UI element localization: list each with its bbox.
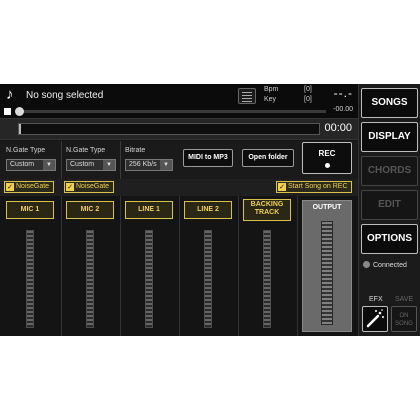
bitrate-label: Bitrate	[125, 147, 146, 154]
ngate1-value: Custom	[10, 161, 35, 168]
display-button[interactable]: DISPLAY	[361, 122, 418, 152]
chevron-down-icon: ▼	[43, 160, 55, 170]
midi-to-mp3-button[interactable]: MIDI to MP3	[183, 149, 233, 167]
backing-track-line1: BACKING	[250, 201, 284, 208]
song-title: No song selected	[26, 90, 104, 101]
bpm-value: [0]	[304, 86, 312, 93]
save-label: SAVE	[395, 296, 414, 303]
seek-knob[interactable]	[15, 107, 24, 116]
rec-label: REC	[318, 149, 336, 158]
mic1-level-meter	[26, 230, 34, 328]
backing-track-button[interactable]: BACKING TRACK	[243, 199, 291, 221]
key-label: Key	[264, 96, 277, 103]
start-song-on-rec-checkbox[interactable]: ✓ Start Song on REC	[276, 181, 352, 193]
noisegate2-label: NoiseGate	[76, 183, 110, 190]
efx-label: EFX	[369, 296, 383, 303]
noisegate1-label: NoiseGate	[16, 183, 50, 190]
line2-level-meter	[204, 230, 212, 328]
channel-strips: MIC 1 MIC 2 LINE 1 LINE 2 BACKING TRACK …	[0, 196, 358, 336]
efx-button[interactable]	[362, 306, 388, 332]
ngate2-dropdown[interactable]: Custom ▼	[66, 159, 116, 171]
ngate1-dropdown[interactable]: Custom ▼	[6, 159, 56, 171]
seek-start-marker	[4, 108, 11, 115]
bpm-label: Bpm	[264, 86, 279, 93]
output-panel: OUTPUT	[302, 200, 352, 332]
song-list-icon[interactable]	[238, 88, 256, 104]
checkbox-row: ✓ NoiseGate ✓ NoiseGate ✓ Start Song on REC	[0, 179, 358, 196]
mic2-level-meter	[86, 230, 94, 328]
backing-track-level-meter	[263, 230, 271, 328]
progress-fill	[19, 124, 21, 134]
song-header: ♪ No song selected Bpm [0] Key [0] --.- …	[0, 84, 358, 118]
line1-button[interactable]: LINE 1	[125, 201, 173, 219]
songs-button[interactable]: SONGS	[361, 88, 418, 118]
divider	[61, 141, 62, 179]
mic2-button[interactable]: MIC 2	[66, 201, 114, 219]
options-button[interactable]: OPTIONS	[361, 224, 418, 254]
progress-bar-row: 00:00	[0, 118, 358, 140]
line1-level-meter	[145, 230, 153, 328]
ngate1-label: N.Gate Type	[6, 147, 46, 154]
connection-status: Connected	[363, 261, 407, 269]
checkmark-icon: ✓	[66, 183, 74, 191]
bitrate-value: 256 Kb/s	[129, 161, 157, 168]
edit-button[interactable]: EDIT	[361, 190, 418, 220]
rec-button[interactable]: REC	[302, 142, 352, 174]
divider	[61, 196, 62, 336]
recording-controls: N.Gate Type Custom ▼ N.Gate Type Custom …	[0, 141, 358, 179]
elapsed-time: 00:00	[324, 122, 352, 134]
start-song-on-rec-label: Start Song on REC	[288, 183, 348, 190]
globe-icon	[363, 261, 370, 268]
divider	[179, 196, 180, 336]
time-display: --.-	[333, 86, 353, 100]
checkmark-icon: ✓	[278, 183, 286, 191]
ngate2-value: Custom	[70, 161, 95, 168]
connected-label: Connected	[373, 262, 407, 269]
divider	[120, 196, 121, 336]
chevron-down-icon: ▼	[160, 160, 172, 170]
line2-button[interactable]: LINE 2	[184, 201, 232, 219]
divider	[297, 196, 298, 336]
backing-track-line2: TRACK	[254, 209, 280, 216]
record-dot-icon	[325, 163, 330, 168]
progress-bar[interactable]	[18, 123, 320, 135]
ngate2-label: N.Gate Type	[66, 147, 106, 154]
music-note-icon: ♪	[6, 86, 14, 103]
on-song-line2: SONG	[395, 321, 413, 327]
time-remaining: -00.00	[333, 106, 353, 113]
key-value: [0]	[304, 96, 312, 103]
save-on-song-button[interactable]: ON SONG	[391, 306, 417, 332]
chevron-down-icon: ▼	[103, 160, 115, 170]
divider	[120, 141, 121, 179]
open-folder-button[interactable]: Open folder	[242, 149, 294, 167]
noisegate2-checkbox[interactable]: ✓ NoiseGate	[64, 181, 114, 193]
side-menu: SONGS DISPLAY CHORDS EDIT OPTIONS Connec…	[358, 84, 420, 336]
noisegate1-checkbox[interactable]: ✓ NoiseGate	[4, 181, 54, 193]
output-label: OUTPUT	[312, 204, 342, 211]
output-level-meter	[321, 221, 333, 325]
mic1-button[interactable]: MIC 1	[6, 201, 54, 219]
chords-button[interactable]: CHORDS	[361, 156, 418, 186]
checkmark-icon: ✓	[6, 183, 14, 191]
bitrate-dropdown[interactable]: 256 Kb/s ▼	[125, 159, 173, 171]
divider	[238, 196, 239, 336]
on-song-line1: ON	[399, 313, 409, 319]
magic-wand-icon	[366, 309, 384, 328]
seek-track[interactable]	[16, 110, 326, 113]
mixer-screen: ♪ No song selected Bpm [0] Key [0] --.- …	[0, 84, 420, 336]
